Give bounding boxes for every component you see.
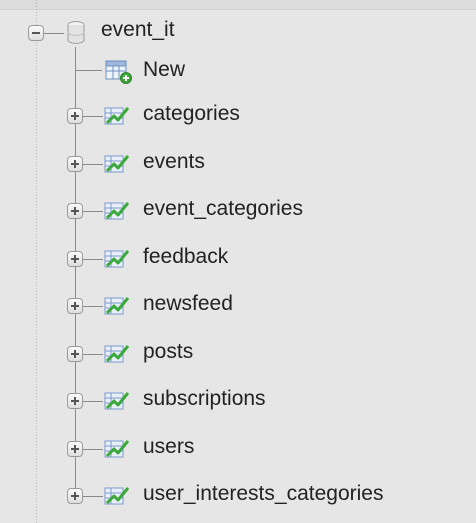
tree-connector <box>83 116 103 117</box>
navigation-tree-panel: event_it New categories events event_categ… <box>0 0 476 523</box>
table-icon <box>104 345 130 363</box>
database-name[interactable]: event_it <box>101 17 175 43</box>
collapse-database-button[interactable] <box>28 25 44 41</box>
tree-connector <box>83 211 103 212</box>
expand-table-button[interactable] <box>67 346 83 362</box>
expand-table-button[interactable] <box>67 488 83 504</box>
table-link[interactable]: posts <box>143 339 193 365</box>
tree-connector <box>83 401 103 402</box>
table-link[interactable]: users <box>143 434 194 460</box>
tree-connector <box>83 164 103 165</box>
table-icon <box>104 297 130 315</box>
table-link[interactable]: user_interests_categories <box>143 481 383 507</box>
table-icon <box>104 487 130 505</box>
tree-connector <box>83 449 103 450</box>
expand-table-button[interactable] <box>67 203 83 219</box>
tree-connector <box>83 259 103 260</box>
expand-table-button[interactable] <box>67 298 83 314</box>
new-table-link[interactable]: New <box>143 57 185 83</box>
expand-table-button[interactable] <box>67 393 83 409</box>
tree-connector <box>83 496 103 497</box>
tree-connector <box>83 354 103 355</box>
table-icon <box>104 107 130 125</box>
table-link[interactable]: categories <box>143 101 240 127</box>
expand-table-button[interactable] <box>67 251 83 267</box>
expand-table-button[interactable] <box>67 441 83 457</box>
table-link[interactable]: subscriptions <box>143 386 266 412</box>
database-tree: event_it New categories events event_categ… <box>0 0 476 523</box>
table-icon <box>104 155 130 173</box>
table-icon <box>104 440 130 458</box>
expand-table-button[interactable] <box>67 108 83 124</box>
table-icon <box>104 202 130 220</box>
database-icon <box>67 21 85 44</box>
expand-table-button[interactable] <box>67 156 83 172</box>
tree-connector <box>76 70 102 71</box>
table-icon <box>104 250 130 268</box>
new-table-icon <box>105 60 132 84</box>
table-link[interactable]: feedback <box>143 244 228 270</box>
tree-connector <box>83 306 103 307</box>
table-link[interactable]: events <box>143 149 205 175</box>
table-link[interactable]: newsfeed <box>143 291 233 317</box>
tree-connector <box>44 33 64 34</box>
table-link[interactable]: event_categories <box>143 196 303 222</box>
table-icon <box>104 392 130 410</box>
tree-guide-outer <box>36 0 37 523</box>
